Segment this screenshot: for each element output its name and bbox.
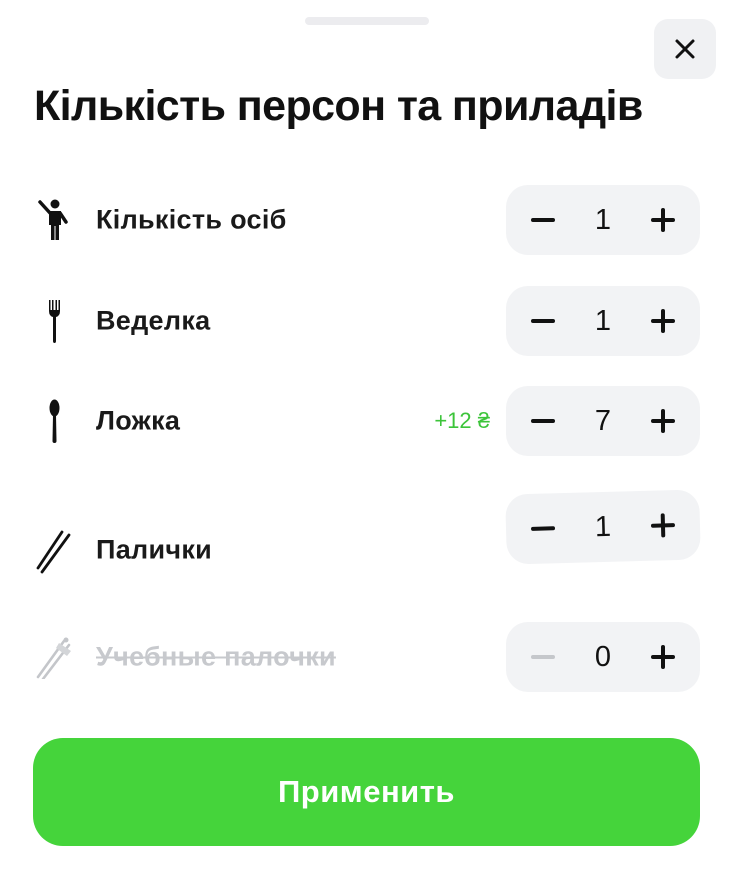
increment-button[interactable] — [648, 510, 679, 541]
quantity-value: 1 — [594, 203, 612, 236]
decrement-button[interactable] — [528, 406, 558, 436]
quantity-stepper: 1 — [506, 286, 700, 356]
decrement-button[interactable] — [528, 642, 558, 672]
quantity-value: 1 — [594, 304, 612, 337]
quantity-stepper: 1 — [505, 489, 701, 565]
sheet-title: Кількість персон та приладів — [34, 82, 643, 130]
close-icon — [675, 39, 695, 59]
chopsticks-icon — [34, 530, 74, 574]
row-label: Палички — [96, 534, 213, 565]
spoon-icon — [34, 399, 74, 443]
increment-button[interactable] — [648, 406, 678, 436]
decrement-button[interactable] — [528, 205, 558, 235]
sheet-grabber[interactable] — [305, 17, 429, 25]
apply-button[interactable]: Применить — [33, 738, 700, 846]
person-icon — [34, 198, 74, 242]
row-chopsticks: Палички 1 — [0, 489, 730, 602]
quantity-value: 1 — [594, 510, 612, 543]
quantity-stepper: 7 — [506, 386, 700, 456]
decrement-button[interactable] — [528, 513, 559, 544]
training-chopsticks-icon — [34, 635, 74, 679]
increment-button[interactable] — [648, 306, 678, 336]
row-label: Ложка — [96, 405, 181, 436]
row-persons: Кількість осіб 1 — [0, 185, 730, 255]
row-label: Кількість осіб — [96, 204, 287, 235]
decrement-button[interactable] — [528, 306, 558, 336]
quantity-value: 7 — [594, 404, 612, 437]
close-button[interactable] — [654, 19, 716, 79]
row-fork: Веделка 1 — [0, 286, 730, 356]
row-spoon: Ложка +12 ₴ 7 — [0, 386, 730, 456]
row-label: Учебные палочки — [96, 641, 336, 672]
increment-button[interactable] — [648, 642, 678, 672]
price-badge: +12 ₴ — [434, 408, 490, 433]
quantity-stepper: 1 — [506, 185, 700, 255]
row-training-chopsticks: Учебные палочки 0 — [0, 622, 730, 692]
quantity-stepper: 0 — [506, 622, 700, 692]
fork-icon — [34, 299, 74, 343]
quantity-value: 0 — [594, 640, 612, 673]
row-label: Веделка — [96, 305, 211, 336]
increment-button[interactable] — [648, 205, 678, 235]
